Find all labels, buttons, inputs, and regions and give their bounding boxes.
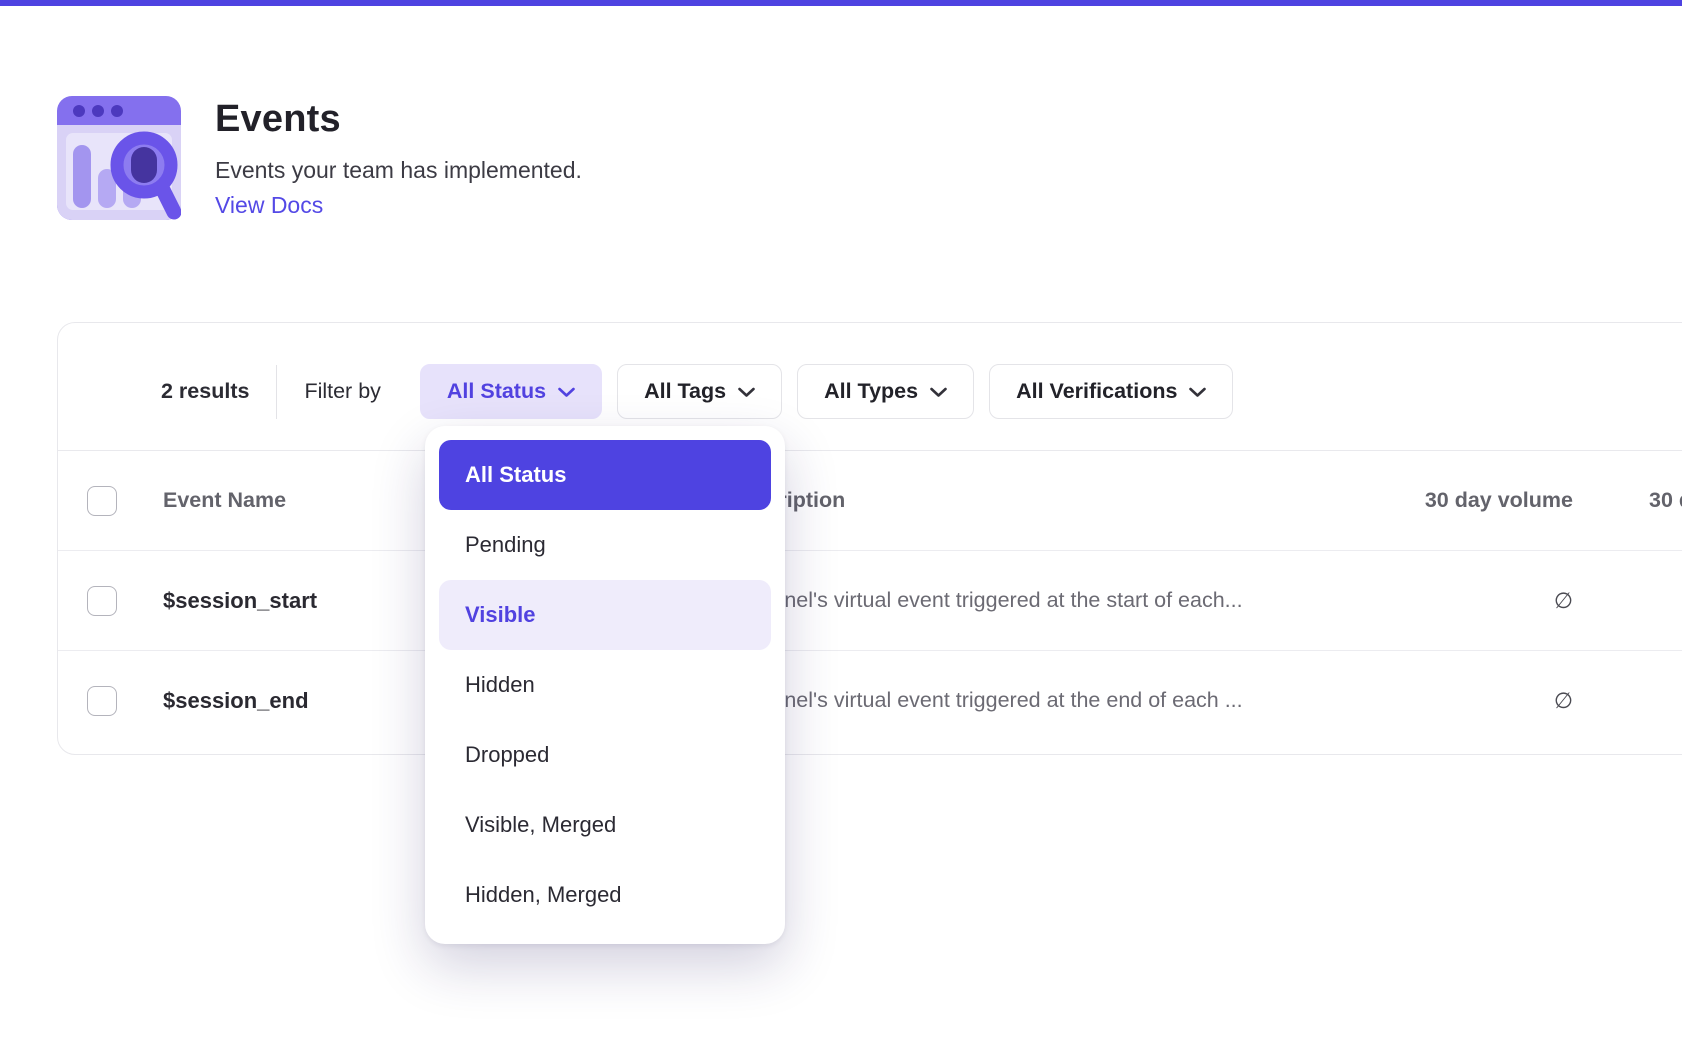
filter-all-verifications-label: All Verifications [1016, 379, 1177, 404]
chevron-down-icon [558, 387, 575, 398]
toolbar-divider [276, 365, 277, 419]
dropdown-item-pending[interactable]: Pending [439, 510, 771, 580]
column-header-30-day-volume[interactable]: 30 day volume [1373, 488, 1573, 513]
dropdown-item-all-status[interactable]: All Status [439, 440, 771, 510]
table-row[interactable]: $session_end Mixpanel's virtual event tr… [58, 650, 1682, 750]
event-30-day-volume: ∅ [1373, 588, 1573, 614]
filter-all-tags-label: All Tags [644, 379, 726, 404]
view-docs-link[interactable]: View Docs [215, 192, 582, 219]
filter-all-status[interactable]: All Status [420, 364, 602, 419]
events-table-card: 2 results Filter by All Status All Tags … [57, 322, 1682, 755]
dropdown-item-visible-merged[interactable]: Visible, Merged [439, 790, 771, 860]
page-subtitle: Events your team has implemented. [215, 157, 582, 184]
event-name[interactable]: $session_start [163, 588, 317, 614]
row-checkbox[interactable] [87, 586, 117, 616]
events-app-icon [57, 96, 181, 220]
select-all-checkbox[interactable] [87, 486, 117, 516]
event-description: Mixpanel's virtual event triggered at th… [727, 588, 1243, 613]
event-30-day-volume: ∅ [1373, 688, 1573, 714]
dropdown-item-hidden-merged[interactable]: Hidden, Merged [439, 860, 771, 930]
top-accent-bar [0, 0, 1682, 6]
page-header: Events Events your team has implemented.… [57, 96, 582, 220]
page-title: Events [215, 98, 582, 141]
status-filter-dropdown: All Status Pending Visible Hidden Droppe… [425, 426, 785, 944]
column-header-event-name[interactable]: Event Name [163, 488, 286, 513]
event-name[interactable]: $session_end [163, 688, 309, 714]
results-count: 2 results [161, 379, 249, 404]
event-description: Mixpanel's virtual event triggered at th… [727, 688, 1243, 713]
filter-by-label: Filter by [304, 379, 380, 404]
chevron-down-icon [738, 387, 755, 398]
filter-all-types[interactable]: All Types [797, 364, 974, 419]
row-checkbox[interactable] [87, 686, 117, 716]
filter-toolbar: 2 results Filter by All Status All Tags … [58, 323, 1682, 450]
filter-all-types-label: All Types [824, 379, 918, 404]
column-header-clipped[interactable]: 30 d [1649, 488, 1682, 513]
filter-all-verifications[interactable]: All Verifications [989, 364, 1233, 419]
chevron-down-icon [1189, 387, 1206, 398]
dropdown-item-hidden[interactable]: Hidden [439, 650, 771, 720]
dropdown-item-dropped[interactable]: Dropped [439, 720, 771, 790]
filter-all-status-label: All Status [447, 379, 546, 404]
dropdown-item-visible[interactable]: Visible [439, 580, 771, 650]
chevron-down-icon [930, 387, 947, 398]
table-row[interactable]: $session_start Mixpanel's virtual event … [58, 550, 1682, 650]
table-header-row: Event Name Description 30 day volume 30 … [58, 450, 1682, 550]
events-page: Events Events your team has implemented.… [0, 0, 1682, 1046]
page-header-text: Events Events your team has implemented.… [215, 96, 582, 220]
filter-all-tags[interactable]: All Tags [617, 364, 782, 419]
